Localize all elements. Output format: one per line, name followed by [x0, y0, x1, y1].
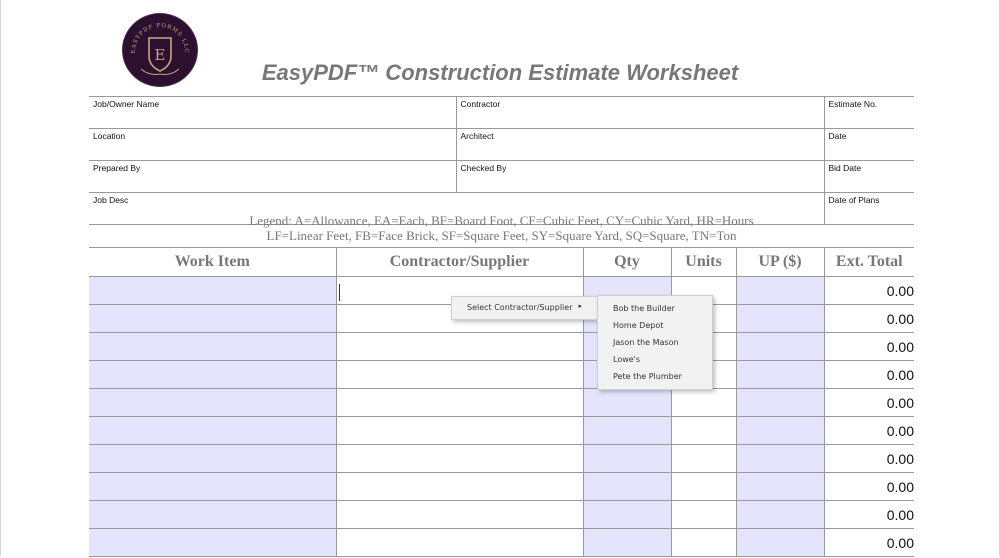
ext-total-cell: 0.00: [823, 276, 914, 305]
estimate-no-field[interactable]: Estimate No.: [823, 96, 914, 129]
unit-price-cell[interactable]: [735, 444, 824, 473]
ext-total-cell: 0.00: [823, 360, 914, 389]
contractor-supplier-cell[interactable]: [335, 444, 583, 473]
table-row: 0.00: [89, 388, 914, 417]
job-owner-name-field[interactable]: Job/Owner Name: [89, 96, 456, 129]
table-row: 0.00: [89, 416, 914, 445]
table-row: 0.00: [89, 500, 914, 529]
info-row: Prepared By Checked By Bid Date: [89, 160, 914, 193]
col-header-work-item: Work Item: [89, 247, 336, 277]
unit-price-cell[interactable]: [735, 500, 824, 529]
qty-cell[interactable]: [582, 500, 671, 529]
table-row: 0.00: [89, 472, 914, 501]
units-cell[interactable]: [670, 500, 736, 529]
unit-price-cell[interactable]: [735, 276, 824, 305]
select-contractor-menu-item[interactable]: Select Contractor/Supplier ▸: [452, 297, 597, 319]
contractor-supplier-cell[interactable]: [335, 472, 583, 501]
work-item-cell[interactable]: [89, 332, 336, 361]
submenu-arrow-icon: ▸: [578, 302, 582, 310]
table-header-row: Work Item Contractor/Supplier Qty Units …: [89, 247, 914, 277]
work-item-cell[interactable]: [89, 276, 336, 305]
units-cell[interactable]: [670, 416, 736, 445]
units-cell[interactable]: [670, 444, 736, 473]
context-menu: Select Contractor/Supplier ▸: [451, 296, 598, 320]
units-legend: Legend: A=Allowance, EA=Each, BF=Board F…: [89, 213, 914, 243]
ext-total-cell: 0.00: [823, 304, 914, 333]
contractor-supplier-cell[interactable]: [335, 332, 583, 361]
qty-cell[interactable]: [582, 472, 671, 501]
page-title: EasyPDF™ Construction Estimate Worksheet: [261, 60, 739, 85]
work-item-cell[interactable]: [89, 500, 336, 529]
contractor-supplier-cell[interactable]: [335, 388, 583, 417]
ext-total-cell: 0.00: [823, 332, 914, 361]
contractor-supplier-cell[interactable]: [335, 416, 583, 445]
info-row: Job/Owner Name Contractor Estimate No.: [89, 96, 914, 129]
submenu-item-bob-the-builder[interactable]: Bob the Builder: [598, 300, 712, 317]
ext-total-cell: 0.00: [823, 388, 914, 417]
prepared-by-field[interactable]: Prepared By: [89, 160, 456, 193]
col-header-qty: Qty: [582, 247, 671, 277]
qty-cell[interactable]: [582, 528, 671, 557]
submenu-item-pete-the-plumber[interactable]: Pete the Plumber: [598, 368, 712, 385]
ext-total-cell: 0.00: [823, 500, 914, 529]
qty-cell[interactable]: [582, 416, 671, 445]
unit-price-cell[interactable]: [735, 304, 824, 333]
work-item-cell[interactable]: [89, 304, 336, 333]
col-header-contractor-supplier: Contractor/Supplier: [335, 247, 583, 277]
qty-cell[interactable]: [582, 388, 671, 417]
col-header-ext-total: Ext. Total: [823, 247, 914, 277]
work-item-cell[interactable]: [89, 472, 336, 501]
unit-price-cell[interactable]: [735, 388, 824, 417]
submenu-item-home-depot[interactable]: Home Depot: [598, 317, 712, 334]
text-cursor: [339, 284, 340, 301]
work-item-cell[interactable]: [89, 388, 336, 417]
table-row: 0.00: [89, 444, 914, 473]
contractor-supplier-cell[interactable]: [335, 528, 583, 557]
unit-price-cell[interactable]: [735, 528, 824, 557]
contractor-supplier-cell[interactable]: [335, 500, 583, 529]
unit-price-cell[interactable]: [735, 332, 824, 361]
crest-icon: EASYPDF FORMS LLC E: [131, 23, 188, 75]
units-cell[interactable]: [670, 388, 736, 417]
location-field[interactable]: Location: [89, 128, 456, 161]
ext-total-cell: 0.00: [823, 472, 914, 501]
contractor-supplier-cell[interactable]: [335, 360, 583, 389]
work-item-cell[interactable]: [89, 528, 336, 557]
unit-price-cell[interactable]: [735, 360, 824, 389]
legend-line-1: Legend: A=Allowance, EA=Each, BF=Board F…: [249, 213, 754, 228]
legend-line-2: LF=Linear Feet, FB=Face Brick, SF=Square…: [266, 228, 737, 243]
bid-date-field[interactable]: Bid Date: [823, 160, 914, 193]
units-cell[interactable]: [670, 472, 736, 501]
table-row: 0.00: [89, 360, 914, 389]
ext-total-cell: 0.00: [823, 444, 914, 473]
ext-total-cell: 0.00: [823, 528, 914, 557]
table-row: 0.00: [89, 332, 914, 361]
qty-cell[interactable]: [582, 444, 671, 473]
col-header-units: Units: [670, 247, 736, 277]
architect-field[interactable]: Architect: [455, 128, 824, 161]
table-row: 0.00: [89, 528, 914, 557]
units-cell[interactable]: [670, 528, 736, 557]
contractor-field[interactable]: Contractor: [455, 96, 824, 129]
svg-text:E: E: [155, 46, 166, 64]
unit-price-cell[interactable]: [735, 472, 824, 501]
work-item-cell[interactable]: [89, 444, 336, 473]
estimate-items-table: Work Item Contractor/Supplier Qty Units …: [89, 247, 914, 557]
unit-price-cell[interactable]: [735, 416, 824, 445]
submenu-item-lowes[interactable]: Lowe's: [598, 351, 712, 368]
col-header-unit-price: UP ($): [735, 247, 824, 277]
info-row: Location Architect Date: [89, 128, 914, 161]
work-item-cell[interactable]: [89, 416, 336, 445]
menu-item-label: Select Contractor/Supplier: [467, 303, 573, 312]
submenu-item-jason-the-mason[interactable]: Jason the Mason: [598, 334, 712, 351]
contractor-submenu: Bob the Builder Home Depot Jason the Mas…: [597, 295, 713, 390]
ext-total-cell: 0.00: [823, 416, 914, 445]
work-item-cell[interactable]: [89, 360, 336, 389]
checked-by-field[interactable]: Checked By: [455, 160, 824, 193]
job-info-table: Job/Owner Name Contractor Estimate No. L…: [89, 96, 914, 225]
company-logo: EASYPDF FORMS LLC E: [122, 13, 198, 87]
date-field[interactable]: Date: [823, 128, 914, 161]
